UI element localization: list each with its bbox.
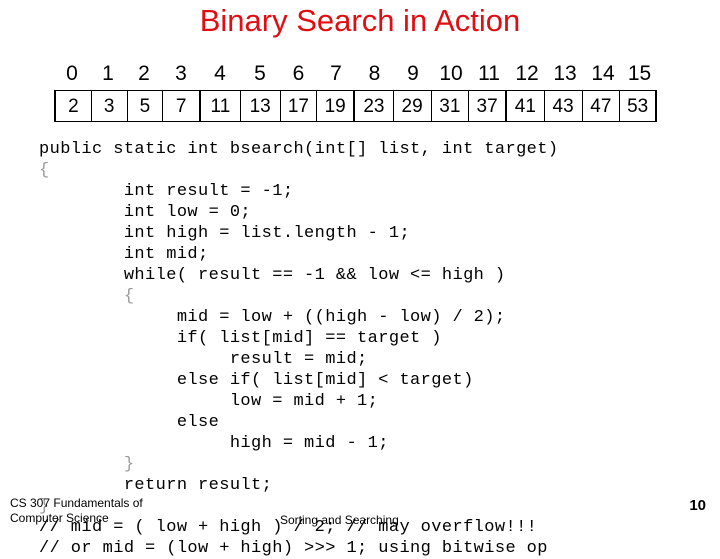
array-index-4: 4 — [214, 62, 226, 85]
array-cell-15: 53 — [627, 95, 649, 117]
code-line-17: return result; — [39, 476, 273, 495]
array-value-row: 2 3 5 7 11 13 17 19 23 29 31 37 41 43 47 53 — [54, 90, 657, 122]
array-index-6: 6 — [292, 62, 305, 85]
code-line-5: int high = list.length - 1; — [39, 224, 411, 243]
array-cell-8: 23 — [355, 91, 394, 121]
array-cell-3: 7 — [163, 91, 202, 121]
array-index-9: 9 — [407, 62, 419, 85]
array-cell-5: 13 — [241, 91, 281, 121]
array-index-13: 13 — [553, 62, 577, 85]
code-line-7: while( result == -1 && low <= high ) — [39, 266, 506, 285]
array-diagram: 0 1 2 3 4 5 6 7 8 9 10 11 12 13 14 15 2 3 5 7 11 13 17 19 23 29 3… — [54, 56, 657, 122]
array-index-row: 0 1 2 3 4 5 6 7 8 9 10 11 12 13 14 15 — [54, 56, 657, 86]
array-index-2: 2 — [138, 62, 150, 85]
code-line-6: int mid; — [39, 245, 209, 264]
code-line-3: int result = -1; — [39, 182, 294, 201]
code-line-4: int low = 0; — [39, 203, 252, 222]
array-cell-4: 11 — [201, 91, 241, 121]
code-line-1: public static int bsearch(int[] list, in… — [39, 140, 559, 159]
code-line-20: // or mid = (low + high) >>> 1; using bi… — [39, 539, 548, 558]
slide-footer: CS 307 Fundamentals of Computer Science … — [0, 496, 720, 540]
array-cell-1: 3 — [92, 91, 128, 121]
array-index-1: 1 — [102, 62, 114, 85]
array-cell-7: 19 — [317, 91, 356, 121]
array-cell-12: 41 — [507, 91, 545, 121]
array-index-7: 7 — [330, 62, 342, 85]
code-line-2: { — [39, 161, 50, 180]
code-line-10: if( list[mid] == target ) — [39, 329, 442, 348]
array-index-14: 14 — [591, 62, 615, 85]
array-cell-6: 17 — [281, 91, 318, 121]
array-index-15: 15 — [627, 62, 652, 85]
array-cell-11: 37 — [469, 91, 507, 121]
code-line-16: } — [39, 455, 135, 474]
array-index-5: 5 — [254, 62, 266, 85]
code-line-15: high = mid - 1; — [39, 434, 389, 453]
code-line-14: else — [39, 413, 220, 432]
array-index-10: 10 — [439, 62, 463, 85]
array-cell-14: 47 — [583, 91, 621, 121]
array-index-0: 0 — [66, 62, 78, 85]
page-title: Binary Search in Action — [199, 3, 521, 38]
footer-course-name: CS 307 Fundamentals of Computer Science — [10, 496, 143, 525]
code-line-13: low = mid + 1; — [39, 392, 379, 411]
array-cell-13: 43 — [545, 91, 583, 121]
footer-page-number: 10 — [689, 497, 706, 514]
array-cell-2: 5 — [128, 91, 164, 121]
array-index-3: 3 — [175, 62, 187, 85]
code-line-12: else if( list[mid] < target) — [39, 371, 474, 390]
array-index-12: 12 — [515, 62, 539, 85]
array-cell-0: 2 — [56, 91, 92, 121]
array-index-8: 8 — [368, 62, 381, 85]
code-line-9: mid = low + ((high - low) / 2); — [39, 308, 506, 327]
code-line-11: result = mid; — [39, 350, 368, 369]
code-line-8: { — [39, 287, 135, 306]
array-cell-10: 31 — [432, 91, 470, 121]
footer-topic: Sorting and Searching — [280, 513, 399, 527]
array-cell-9: 29 — [394, 91, 432, 121]
array-index-11: 11 — [478, 62, 500, 85]
